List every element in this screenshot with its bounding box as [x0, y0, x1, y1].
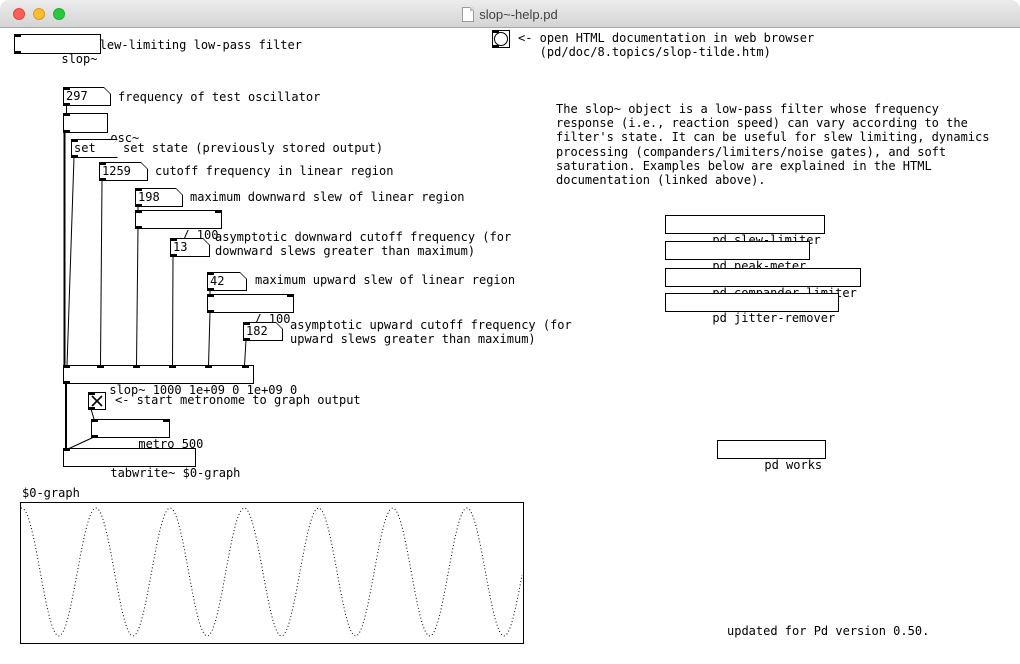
slop-reference-object: slop~	[14, 34, 101, 54]
slop-main-object: slop~ 1000 1e+09 0 1e+09 0	[63, 365, 254, 384]
inlet-nub	[63, 365, 70, 368]
osc-object: osc~	[63, 113, 108, 133]
inlet-nub	[492, 30, 499, 33]
inlet-nub	[63, 448, 70, 451]
divide-object-a: / 100	[135, 210, 222, 229]
outlet-nub	[207, 288, 214, 291]
connection-cord	[209, 312, 211, 366]
outlet-nub	[63, 103, 70, 106]
document-icon	[462, 7, 474, 22]
inlet-nub	[207, 294, 214, 297]
subpatch-compander-limiter[interactable]: pd compander-limiter	[665, 268, 861, 287]
patch-canvas: slop~ - slew-limiting low-pass filter <-…	[0, 28, 1020, 664]
subpatch-works[interactable]: pd works	[717, 440, 826, 459]
inlet-nub	[207, 272, 214, 275]
up-slew-number-box[interactable]: 42	[207, 272, 247, 291]
inlet-nub	[88, 392, 95, 395]
outlet-nub	[492, 45, 499, 48]
set-state-message[interactable]: set 0	[71, 139, 118, 158]
inlet-nub	[215, 210, 222, 213]
inlet-nub	[163, 419, 170, 422]
outlet-nub	[14, 51, 21, 54]
inlet-nub	[169, 365, 176, 368]
object-text: slop~ 1000 1e+09 0 1e+09 0	[109, 383, 297, 397]
object-text: tabwrite~ $0-graph	[110, 466, 240, 480]
outlet-nub	[99, 178, 106, 181]
metronome-toggle[interactable]	[88, 392, 106, 410]
inlet-nub	[205, 365, 212, 368]
frequency-number-box[interactable]: 297	[63, 87, 111, 106]
tabwrite-object: tabwrite~ $0-graph	[63, 448, 196, 467]
metro-object: metro 500	[91, 419, 170, 438]
window-title: slop~-help.pd	[479, 7, 557, 22]
title-bar: slop~-help.pd	[0, 0, 1020, 28]
number-value: 297	[64, 88, 110, 105]
down-slew-number-box[interactable]: 198	[135, 188, 183, 207]
object-text: slop~	[61, 52, 97, 66]
inlet-nub	[135, 188, 142, 191]
bang-circle-icon	[494, 32, 508, 46]
message-text: set 0	[72, 140, 117, 157]
inlet-nub	[99, 162, 106, 165]
outlet-nub	[135, 204, 142, 207]
outlet-nub	[63, 381, 70, 384]
inlet-nub	[170, 238, 177, 241]
inlet-nub	[133, 365, 140, 368]
subpatch-slew-limiter[interactable]: pd slew-limiter	[665, 215, 825, 234]
inlet-nub	[63, 113, 70, 116]
up-asym-number-box[interactable]: 182	[243, 322, 283, 341]
number-value: 198	[136, 189, 182, 206]
subpatch-jitter-remover[interactable]: pd jitter-remover	[665, 293, 839, 312]
subpatch-peak-meter[interactable]: pd peak-meter	[665, 241, 810, 260]
object-text: pd jitter-remover	[712, 311, 835, 325]
connection-cord	[137, 228, 139, 366]
open-docs-bang-button[interactable]	[492, 30, 510, 48]
outlet-nub	[243, 338, 250, 341]
number-value: 1259	[100, 163, 147, 180]
connection-cord	[101, 180, 103, 366]
inlet-nub	[243, 322, 250, 325]
outlet-nub	[63, 130, 70, 133]
cutoff-number-box[interactable]: 1259	[99, 162, 148, 181]
inlet-nub	[71, 139, 78, 142]
pd-patch-window: slop~-help.pd slop~ - slew-limiting low-…	[0, 0, 1020, 664]
inlet-nub	[287, 294, 294, 297]
down-asym-number-box[interactable]: 13	[170, 238, 210, 257]
divide-object-b: / 100	[207, 294, 294, 313]
outlet-nub	[71, 155, 78, 158]
inlet-nub	[14, 34, 21, 37]
inlet-nub	[91, 419, 98, 422]
outlet-nub	[170, 254, 177, 257]
object-text: pd works	[764, 458, 822, 472]
outlet-nub	[207, 310, 214, 313]
inlet-nub	[242, 365, 249, 368]
outlet-nub	[135, 226, 142, 229]
connection-cords	[0, 28, 1020, 664]
inlet-nub	[63, 87, 70, 90]
inlet-nub	[135, 210, 142, 213]
outlet-nub	[91, 435, 98, 438]
object-text: osc~	[110, 131, 139, 145]
inlet-nub	[97, 365, 104, 368]
outlet-nub	[88, 407, 95, 410]
